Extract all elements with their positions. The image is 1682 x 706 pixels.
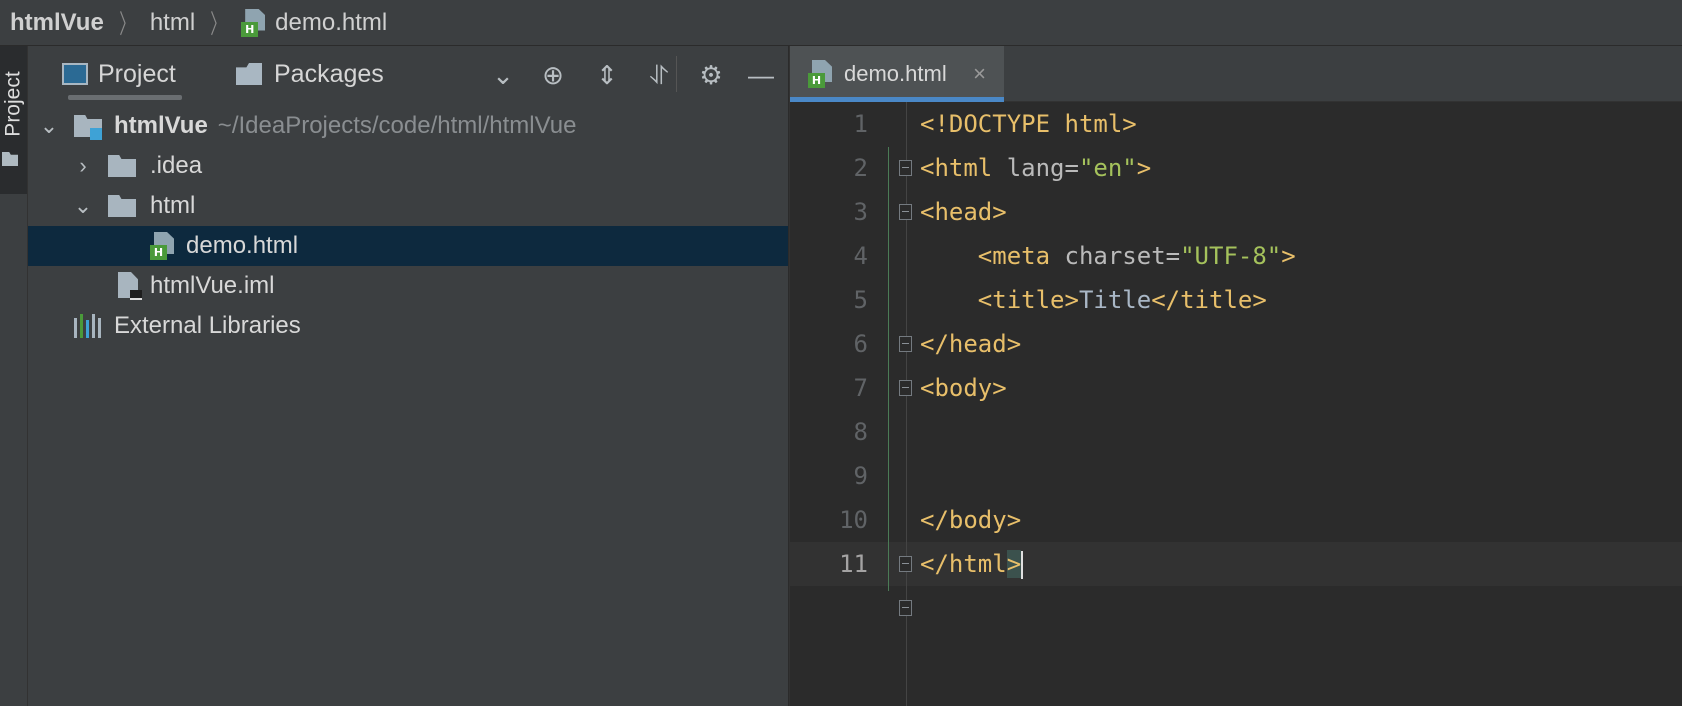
line-number: 5 [853,286,868,314]
tree-item-external-libraries[interactable]: External Libraries [28,306,788,346]
code-line-3: <head> [920,198,1007,226]
tree-item-root[interactable]: ⌄ htmlVue ~/IdeaProjects/code/html/htmlVu… [28,106,788,146]
header-divider [676,56,677,92]
project-tool-window-label: Project [1,71,25,137]
line-number: 1 [853,110,868,138]
editor: H demo.html × 1 2 3 4 5 6 7 8 9 10 11 <!… [789,46,1682,706]
html-file-icon: H [241,8,267,37]
fold-marker-icon[interactable] [899,160,912,176]
left-tool-strip: Project [0,46,28,706]
fold-marker-icon[interactable] [899,336,912,352]
code-line-11: </html> [920,550,1024,579]
tree-item-label: .idea [150,152,203,179]
line-number: 7 [853,374,868,402]
module-badge-icon [90,128,102,140]
tab-packages[interactable]: Packages [236,46,384,102]
html-file-icon: H [808,60,834,88]
html-file-icon: H [150,232,176,260]
locate-icon[interactable]: ⊕ [538,60,568,90]
code-line-1: <!DOCTYPE html> [920,110,1137,138]
tree-item-idea[interactable]: › .idea [28,146,788,186]
tab-project[interactable]: Project [62,46,182,102]
code-line-7: <body> [920,374,1007,402]
tree-item-iml[interactable]: htmlVue.iml [28,266,788,306]
project-panel-header: Project Packages ⌄ ⊕ ⇕ ⥯ ⚙ — [28,46,788,102]
project-panel: Project Packages ⌄ ⊕ ⇕ ⥯ ⚙ — ⌄ htmlVue ~/… [28,46,788,706]
folder-icon [108,155,136,177]
breadcrumb-separator: 〉 [119,9,135,39]
change-marker [888,147,889,591]
editor-tab-bar: H demo.html × [790,46,1682,102]
text-caret [1021,551,1024,579]
fold-marker-icon[interactable] [899,204,912,220]
line-number: 3 [853,198,868,226]
tree-item-demo-html[interactable]: H demo.html [28,226,788,266]
folder-icon [108,195,136,217]
editor-tab-demo-html[interactable]: H demo.html × [790,46,1004,102]
fold-marker-icon[interactable] [899,556,912,572]
project-tool-window-button[interactable]: Project [0,46,27,194]
packages-icon [236,63,262,85]
line-number: 9 [853,462,868,490]
fold-marker-icon[interactable] [899,600,912,616]
breadcrumb: htmlVue 〉 html 〉 H demo.html [0,0,1682,46]
collapse-all-icon[interactable]: ⥯ [644,60,674,90]
code-line-6: </head> [920,330,1022,358]
breadcrumb-folder[interactable]: html [150,9,195,37]
line-number: 2 [853,154,868,182]
code-line-2: <html lang="en"> [920,154,1152,182]
root-label: htmlVue [114,112,208,139]
line-number: 8 [853,418,868,446]
chevron-down-icon[interactable]: ⌄ [72,195,94,217]
chevron-down-icon[interactable]: ⌄ [488,60,518,90]
code-editor[interactable]: 1 2 3 4 5 6 7 8 9 10 11 <!DOCTYPE html> … [790,102,1682,706]
breadcrumb-separator: 〉 [210,9,226,39]
code-line-4: <meta charset="UTF-8"> [920,242,1296,270]
breadcrumb-project[interactable]: htmlVue [10,9,104,37]
expand-all-icon[interactable]: ⇕ [592,60,622,90]
tree-item-html[interactable]: ⌄ html [28,186,788,226]
editor-tab-label: demo.html [844,61,947,86]
fold-marker-icon[interactable] [899,380,912,396]
iml-badge-icon [130,290,142,300]
tree-item-label: External Libraries [114,312,301,339]
line-number: 6 [853,330,868,358]
libraries-icon [74,314,102,338]
tree-item-label: demo.html [186,232,299,259]
root-path: ~/IdeaProjects/code/html/htmlVue [217,112,577,139]
code-line-10: </body> [920,506,1022,534]
tab-packages-label: Packages [274,59,384,88]
tree-item-label: html [150,192,196,219]
code-line-5: <title>Title</title> [920,286,1267,314]
line-number: 10 [839,506,868,534]
close-icon[interactable]: × [973,61,986,87]
line-number: 4 [853,242,868,270]
line-number: 11 [839,550,868,578]
chevron-down-icon[interactable]: ⌄ [38,115,60,137]
tab-project-label: Project [98,59,176,88]
project-view-icon [62,63,88,85]
chevron-right-icon[interactable]: › [72,155,94,177]
gear-icon[interactable]: ⚙ [696,60,726,90]
breadcrumb-file[interactable]: demo.html [275,9,387,37]
minimize-icon[interactable]: — [746,60,776,90]
tree-item-label: htmlVue.iml [150,272,275,299]
